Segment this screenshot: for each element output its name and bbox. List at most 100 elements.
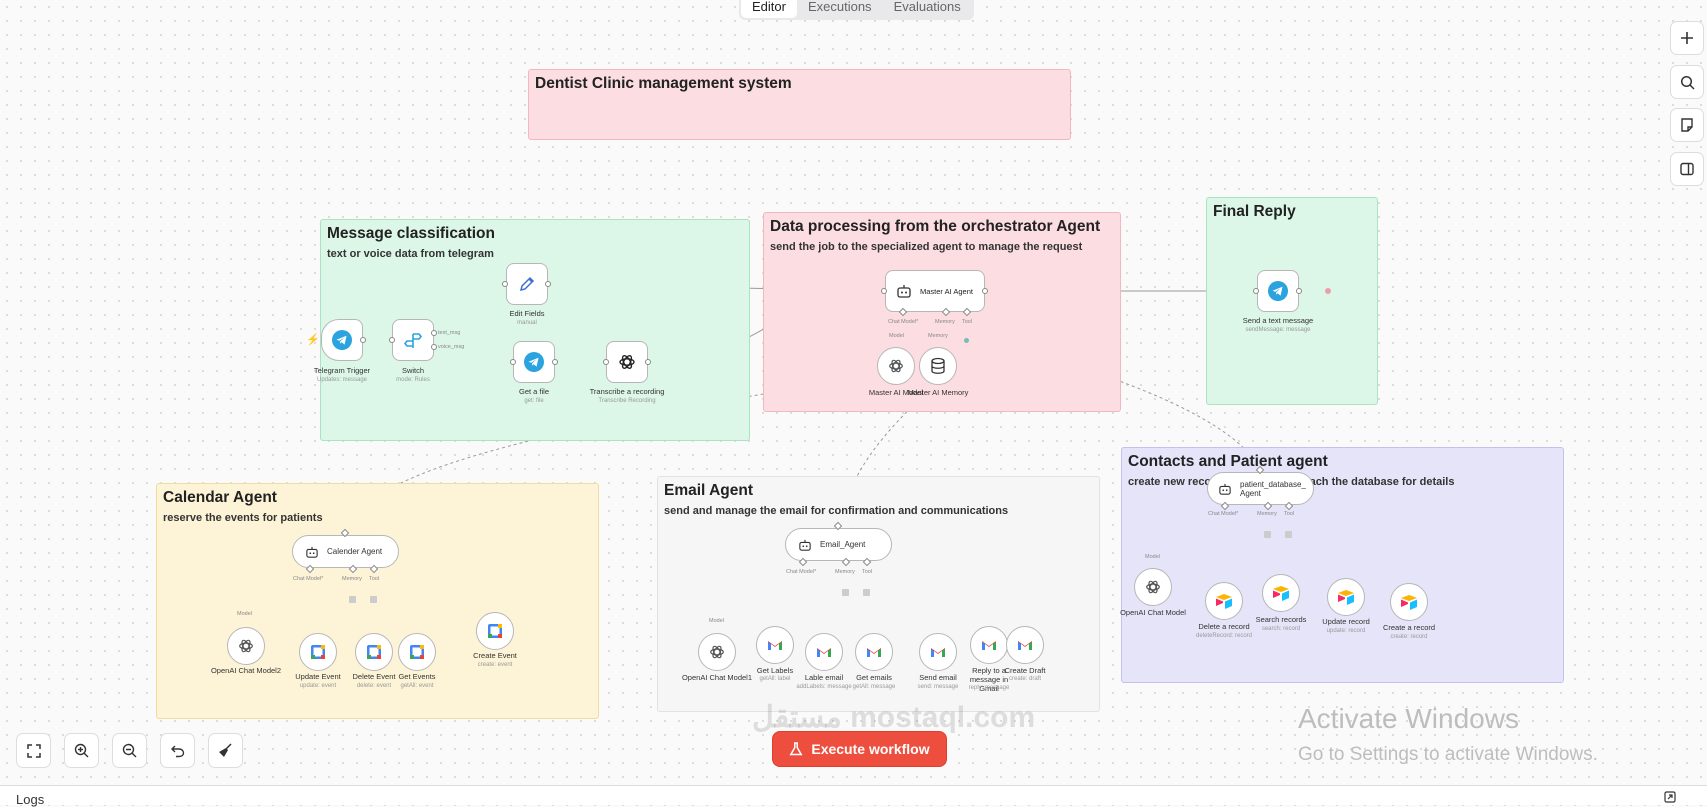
node-openai-chat-model2[interactable]: [227, 627, 265, 665]
add-node-button[interactable]: [1670, 21, 1704, 55]
zoom-out-button[interactable]: [112, 733, 147, 768]
logs-bar[interactable]: Logs: [0, 785, 1707, 807]
input-handle[interactable]: [389, 337, 395, 343]
node-sub: manual: [517, 320, 537, 326]
node-sub: Transcribe Recording: [598, 398, 656, 404]
node-master-ai-memory[interactable]: [919, 347, 957, 385]
node-label: OpenAI Chat Model: [1120, 608, 1186, 617]
sticky-sub: create new records update and serach the…: [1128, 476, 1455, 488]
port-label: Model: [709, 618, 724, 624]
tab-evaluations[interactable]: Evaluations: [883, 0, 972, 18]
toggle-panel-button[interactable]: [1670, 152, 1704, 186]
sticky-heading: Email Agent: [664, 482, 753, 499]
node-create-draft[interactable]: [1006, 626, 1044, 664]
add-sticky-button[interactable]: [1670, 108, 1704, 142]
reset-zoom-button[interactable]: [160, 733, 195, 768]
output-handle[interactable]: [645, 359, 651, 365]
input-handle[interactable]: [502, 281, 508, 287]
add-memory-plus[interactable]: [1264, 531, 1271, 538]
gmail-icon: [817, 648, 831, 657]
google-calendar-icon: [311, 645, 325, 659]
sticky-sub: reserve the events for patients: [163, 512, 323, 524]
node-update-record[interactable]: [1327, 578, 1365, 616]
add-memory-plus[interactable]: [842, 589, 849, 596]
tidy-up-button[interactable]: [208, 733, 243, 768]
popout-icon[interactable]: [1664, 791, 1676, 803]
tab-editor[interactable]: Editor: [741, 0, 797, 18]
activate-windows-title: Activate Windows: [1298, 703, 1519, 734]
node-switch[interactable]: [392, 319, 434, 361]
fit-view-button[interactable]: [16, 733, 51, 768]
zoom-in-icon: [74, 743, 89, 758]
add-node-dot[interactable]: [1325, 288, 1331, 294]
tab-executions[interactable]: Executions: [797, 0, 883, 18]
port-label: Chat Model*: [293, 576, 324, 582]
node-get-labels[interactable]: [756, 626, 794, 664]
node-send-text-message[interactable]: [1257, 270, 1299, 312]
gmail-icon: [768, 641, 782, 650]
node-label: Transcribe a recording: [589, 387, 665, 396]
node-send-email[interactable]: [919, 633, 957, 671]
logs-label: Logs: [16, 792, 45, 807]
zoom-in-button[interactable]: [64, 733, 99, 768]
search-icon: [1680, 75, 1695, 90]
node-get-emails[interactable]: [855, 633, 893, 671]
search-button[interactable]: [1670, 65, 1704, 99]
execute-workflow-button[interactable]: Execute workflow: [772, 731, 947, 767]
sticky-title[interactable]: Dentist Clinic management system: [528, 69, 1071, 140]
node-master-ai-model[interactable]: [877, 347, 915, 385]
robot-icon: [897, 285, 911, 298]
undo-icon: [170, 745, 184, 757]
node-transcribe[interactable]: [606, 341, 648, 383]
google-calendar-icon: [367, 645, 381, 659]
port-label: Model: [889, 333, 904, 339]
node-telegram-trigger[interactable]: [321, 319, 363, 361]
node-openai-chat-model[interactable]: [1134, 568, 1172, 606]
flask-icon: [789, 742, 803, 756]
activate-windows-sub: Go to Settings to activate Windows.: [1298, 744, 1598, 765]
node-create-event[interactable]: [476, 612, 514, 650]
gmail-icon: [931, 648, 945, 657]
google-calendar-icon: [410, 645, 424, 659]
fullscreen-icon: [26, 743, 41, 758]
node-delete-event[interactable]: [355, 633, 393, 671]
node-label: Email_Agent: [820, 540, 866, 549]
node-get-events[interactable]: [398, 633, 436, 671]
input-handle[interactable]: [1253, 288, 1259, 294]
input-handle[interactable]: [510, 359, 516, 365]
output-handle[interactable]: [431, 330, 437, 336]
node-master-ai-agent[interactable]: Master AI Agent: [885, 270, 985, 312]
input-handle[interactable]: [881, 288, 887, 294]
node-calender-agent[interactable]: Calender Agent: [292, 535, 399, 568]
node-update-event[interactable]: [299, 633, 337, 671]
output-handle[interactable]: [552, 359, 558, 365]
node-get-file[interactable]: [513, 341, 555, 383]
add-tool-plus[interactable]: [863, 589, 870, 596]
output-handle[interactable]: [360, 337, 366, 343]
add-tool-plus[interactable]: [1285, 531, 1292, 538]
node-create-record[interactable]: [1390, 583, 1428, 621]
output-handle[interactable]: [545, 281, 551, 287]
gmail-icon: [982, 641, 996, 650]
node-reply-gmail[interactable]: [970, 626, 1008, 664]
sticky-contacts-agent[interactable]: Contacts and Patient agent create new re…: [1121, 447, 1564, 683]
node-label: Edit Fields: [509, 309, 545, 318]
add-tool-plus[interactable]: [370, 596, 377, 603]
node-label: Create a record: [1382, 623, 1436, 632]
node-label: Create Event: [473, 651, 517, 660]
port-label: Chat Model*: [888, 319, 919, 325]
output-handle[interactable]: [982, 288, 988, 294]
node-patient-database-agent[interactable]: patient_database_Agent: [1207, 472, 1314, 505]
node-edit-fields[interactable]: [506, 263, 548, 305]
node-lable-email[interactable]: [805, 633, 843, 671]
add-memory-plus[interactable]: [349, 596, 356, 603]
node-sub: create: event: [477, 662, 513, 668]
output-handle[interactable]: [431, 344, 437, 350]
port-label: Tool: [369, 576, 380, 582]
input-handle[interactable]: [603, 359, 609, 365]
node-email-agent[interactable]: Email_Agent: [785, 528, 892, 561]
node-label: Send a text message: [1242, 316, 1314, 325]
sticky-message-classification[interactable]: Message classification text or voice dat…: [320, 219, 750, 441]
node-search-records[interactable]: [1262, 574, 1300, 612]
output-handle[interactable]: [1296, 288, 1302, 294]
